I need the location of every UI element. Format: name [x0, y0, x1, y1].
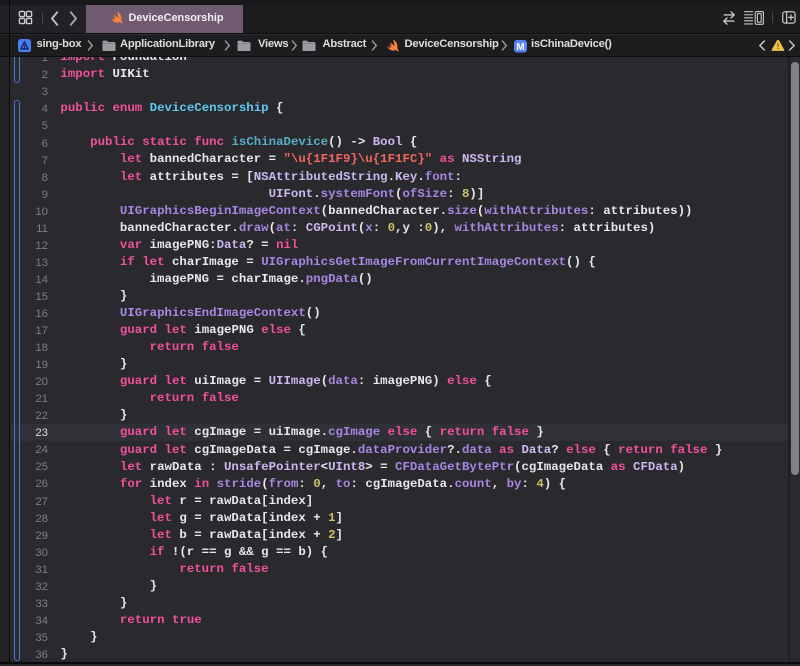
svg-text:M: M [516, 42, 524, 53]
